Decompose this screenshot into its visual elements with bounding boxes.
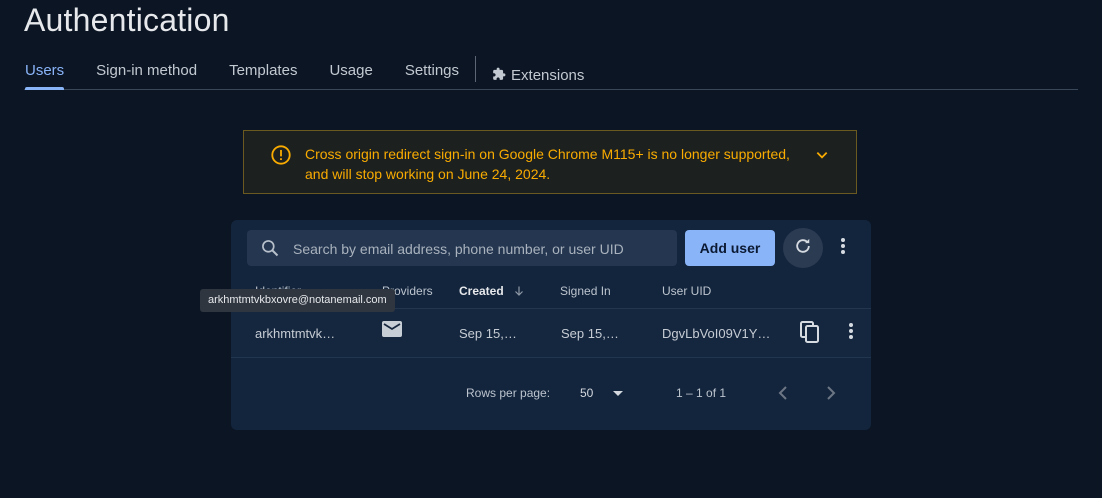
users-card: Add user Identifier Providers Created Si…	[231, 220, 871, 430]
column-created-label: Created	[459, 284, 504, 298]
warning-icon	[270, 144, 292, 166]
identifier-tooltip: arkhmtmtvkbxovre@notanemail.com	[200, 289, 395, 312]
arrow-down-icon	[513, 286, 525, 300]
mail-icon	[382, 321, 402, 337]
refresh-button[interactable]	[783, 228, 823, 268]
pagination-range: 1 – 1 of 1	[676, 386, 727, 400]
cell-identifier: arkhmtmtvk…	[255, 326, 336, 341]
warning-banner: Cross origin redirect sign-in on Google …	[243, 130, 857, 194]
search-box[interactable]	[247, 230, 677, 268]
tab-settings[interactable]: Settings	[389, 56, 475, 89]
tab-extensions-label: Extensions	[511, 67, 585, 84]
tab-extensions[interactable]: Extensions	[476, 56, 600, 89]
cell-created: Sep 15,…	[459, 326, 517, 341]
banner-text-line1: Cross origin redirect sign-in on Google …	[305, 146, 790, 162]
banner-message: Cross origin redirect sign-in on Google …	[305, 144, 805, 184]
tab-usage[interactable]: Usage	[313, 56, 388, 89]
tab-bar: Users Sign-in method Templates Usage Set…	[24, 56, 1078, 90]
cell-signed-in: Sep 15,…	[561, 326, 619, 341]
add-user-button[interactable]: Add user	[685, 230, 775, 266]
page-title: Authentication	[24, 2, 230, 38]
chevron-right-icon[interactable]	[824, 384, 838, 402]
row-more-options-button[interactable]	[843, 322, 859, 345]
tab-templates[interactable]: Templates	[213, 56, 313, 89]
column-created[interactable]: Created	[459, 284, 525, 300]
tab-sign-in-method[interactable]: Sign-in method	[80, 56, 213, 89]
chevron-down-icon[interactable]	[815, 148, 829, 162]
search-icon	[260, 238, 280, 258]
more-options-button[interactable]	[834, 236, 852, 260]
banner-text-line2: and will stop working on June 24, 2024.	[305, 166, 551, 182]
refresh-icon	[793, 236, 813, 261]
cell-user-uid: DgvLbVoI09V1Y…	[662, 326, 771, 341]
chevron-left-icon[interactable]	[776, 384, 790, 402]
rows-per-page-label: Rows per page:	[466, 386, 551, 400]
caret-down-icon[interactable]	[613, 391, 623, 396]
more-vert-icon	[848, 322, 854, 345]
column-signed-in[interactable]: Signed In	[560, 284, 611, 298]
rows-per-page-select[interactable]: 50	[580, 386, 593, 400]
table-row[interactable]: arkhmtmtvk… Sep 15,… Sep 15,… DgvLbVoI09…	[231, 309, 871, 358]
puzzle-icon	[492, 67, 506, 85]
tab-users[interactable]: Users	[24, 56, 80, 90]
column-user-uid: User UID	[662, 284, 712, 298]
more-vert-icon	[840, 237, 846, 260]
copy-icon[interactable]	[800, 321, 820, 343]
search-input[interactable]	[291, 230, 665, 268]
